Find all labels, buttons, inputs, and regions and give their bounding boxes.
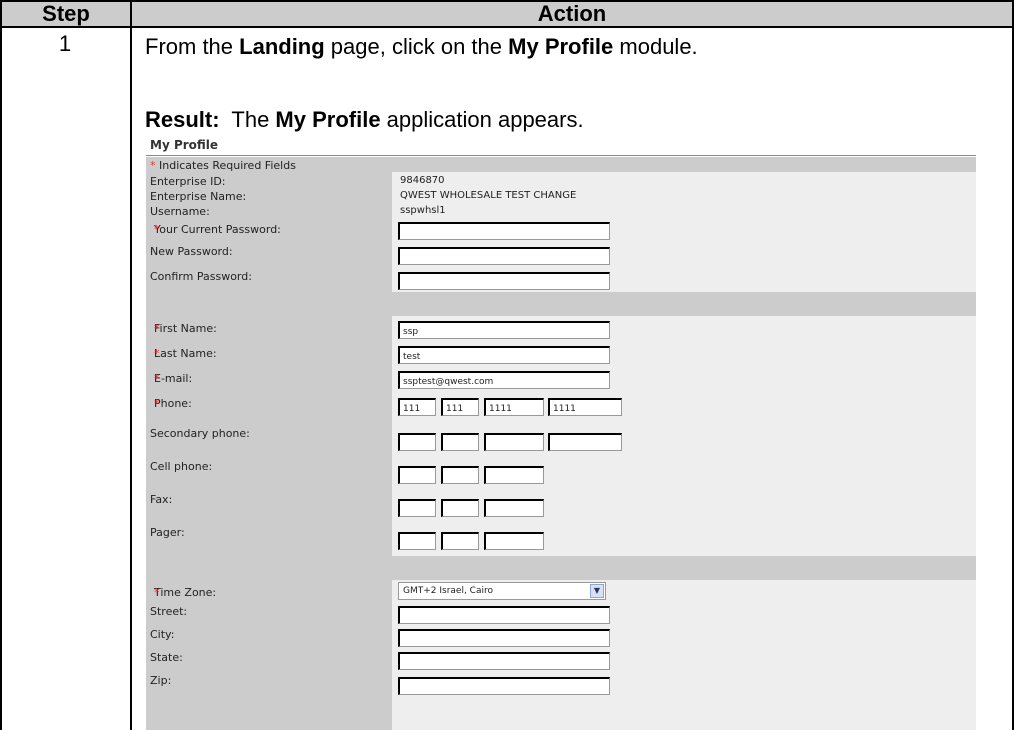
phone-prefix-input[interactable]: 111 <box>441 398 479 416</box>
street-label: Street: <box>150 605 188 618</box>
cell-phone-area-input[interactable] <box>398 466 436 484</box>
secondary-phone-ext-input[interactable] <box>548 433 622 451</box>
table-left-border <box>0 28 2 730</box>
first-name-input[interactable]: ssp <box>398 321 610 339</box>
cell-phone-row: Cell phone: <box>146 457 976 490</box>
section-separator <box>146 292 976 316</box>
result-text: Result: The My Profile application appea… <box>145 107 584 132</box>
username-row: Username: sspwhsl1 <box>146 202 976 218</box>
secondary-phone-row: Secondary phone: <box>146 424 976 457</box>
pager-line-input[interactable] <box>484 532 544 550</box>
last-name-input[interactable]: test <box>398 346 610 364</box>
city-row: City: <box>146 625 976 648</box>
pager-area-input[interactable] <box>398 532 436 550</box>
procedure-table: Step Action 1 From the Landing page, cli… <box>0 0 1014 730</box>
first-name-row: First Name: * ssp <box>146 316 976 341</box>
enterprise-id-row: Enterprise ID: 9846870 <box>146 172 976 188</box>
username-value: sspwhsl1 <box>400 205 446 216</box>
fax-line-input[interactable] <box>484 499 544 517</box>
current-password-row: Your Current Password: * <box>146 217 976 242</box>
time-zone-label: Time Zone: <box>154 586 217 599</box>
pager-label: Pager: <box>150 526 185 539</box>
zip-row: Zip: <box>146 671 976 730</box>
header-action: Action <box>130 0 1014 28</box>
phone-ext-input[interactable]: 1111 <box>548 398 622 416</box>
fax-label: Fax: <box>150 493 173 506</box>
enterprise-name-value: QWEST WHOLESALE TEST CHANGE <box>400 190 577 201</box>
state-label: State: <box>150 651 183 664</box>
new-password-row: New Password: <box>146 242 976 267</box>
pager-prefix-input[interactable] <box>441 532 479 550</box>
secondary-phone-area-input[interactable] <box>398 433 436 451</box>
secondary-phone-line-input[interactable] <box>484 433 544 451</box>
street-row: Street: <box>146 602 976 625</box>
state-input[interactable] <box>398 652 610 670</box>
city-input[interactable] <box>398 629 610 647</box>
time-zone-select[interactable]: GMT+2 Israel, Cairo ▼ <box>398 582 606 600</box>
phone-line-input[interactable]: 1111 <box>484 398 544 416</box>
current-password-input[interactable] <box>398 222 610 240</box>
cell-phone-label: Cell phone: <box>150 460 213 473</box>
city-label: City: <box>150 628 175 641</box>
confirm-password-label: Confirm Password: <box>150 270 252 283</box>
section-separator-2 <box>146 556 976 580</box>
time-zone-row: Time Zone: * GMT+2 Israel, Cairo ▼ <box>146 580 976 602</box>
street-input[interactable] <box>398 606 610 624</box>
zip-input[interactable] <box>398 677 610 695</box>
email-row: E-mail: * ssptest@qwest.com <box>146 366 976 391</box>
secondary-phone-label: Secondary phone: <box>150 427 250 440</box>
step-number: 1 <box>58 31 72 56</box>
phone-area-input[interactable]: 111 <box>398 398 436 416</box>
fax-row: Fax: <box>146 490 976 523</box>
title-rule <box>146 155 976 156</box>
fax-area-input[interactable] <box>398 499 436 517</box>
phone-row: Phone: * 111 111 1111 1111 <box>146 391 976 424</box>
email-input[interactable]: ssptest@qwest.com <box>398 371 610 389</box>
last-name-row: Last Name: * test <box>146 341 976 366</box>
zip-label: Zip: <box>150 674 172 687</box>
secondary-phone-prefix-input[interactable] <box>441 433 479 451</box>
pager-row: Pager: <box>146 523 976 556</box>
chevron-down-icon[interactable]: ▼ <box>590 584 604 598</box>
table-column-divider <box>130 28 132 730</box>
confirm-password-row: Confirm Password: <box>146 267 976 292</box>
enterprise-id-value: 9846870 <box>400 175 445 186</box>
confirm-password-input[interactable] <box>398 272 610 290</box>
instruction-text: From the Landing page, click on the My P… <box>145 34 698 59</box>
required-fields-note: * Indicates Required Fields <box>146 157 976 172</box>
first-name-label: First Name: <box>154 322 217 335</box>
new-password-input[interactable] <box>398 247 610 265</box>
current-password-label: Your Current Password: <box>154 223 281 236</box>
last-name-label: Last Name: <box>154 347 217 360</box>
header-step: Step <box>0 0 132 28</box>
my-profile-screenshot: My Profile * Indicates Required Fields E… <box>146 138 976 730</box>
state-row: State: <box>146 648 976 671</box>
enterprise-name-row: Enterprise Name: QWEST WHOLESALE TEST CH… <box>146 187 976 203</box>
fax-prefix-input[interactable] <box>441 499 479 517</box>
cell-phone-prefix-input[interactable] <box>441 466 479 484</box>
time-zone-value: GMT+2 Israel, Cairo <box>403 586 493 596</box>
profile-title: My Profile <box>150 138 219 152</box>
new-password-label: New Password: <box>150 245 233 258</box>
cell-phone-line-input[interactable] <box>484 466 544 484</box>
